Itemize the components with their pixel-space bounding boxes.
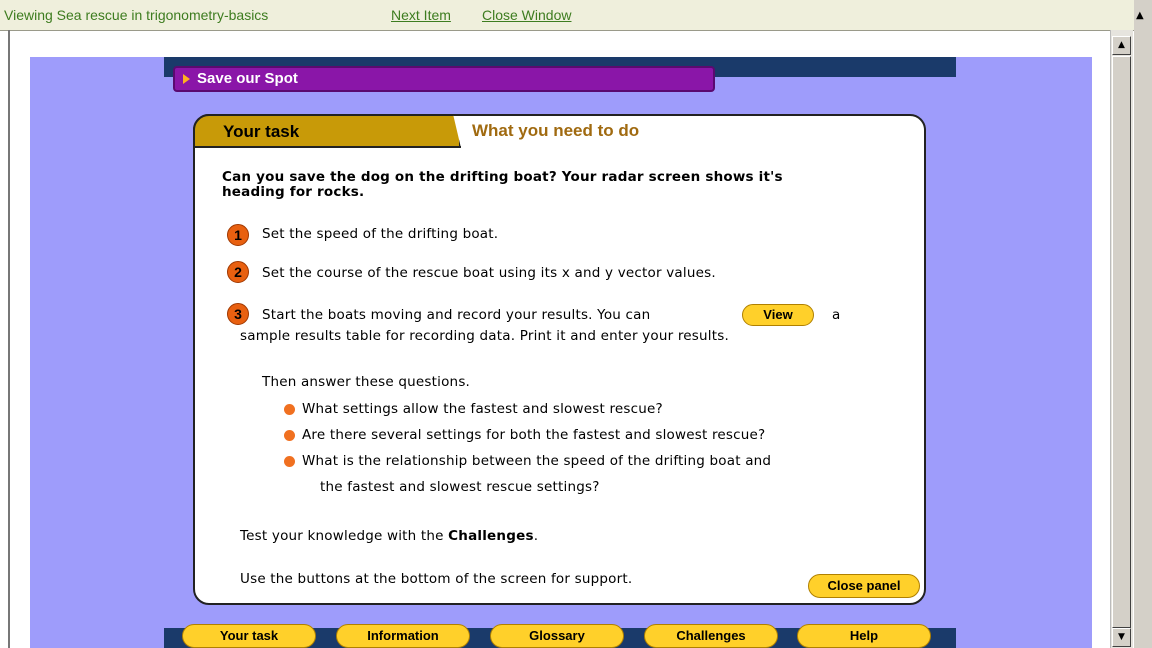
scroll-down-button[interactable]: ▼ [1112, 628, 1131, 647]
challenges-text-after: . [533, 528, 539, 544]
inner-scrollbar[interactable]: ▲ ▼ [1110, 30, 1133, 648]
viewing-label: Viewing Sea rescue in trigonometry-basic… [4, 7, 269, 23]
scroll-up-button[interactable]: ▲ [1112, 36, 1131, 55]
step-2-text: Set the course of the rescue boat using … [262, 265, 716, 281]
triangle-right-icon [183, 74, 190, 84]
step-3-text: Start the boats moving and record your r… [262, 307, 651, 323]
activity-title: Save our Spot [197, 70, 298, 87]
activity-title-bar: Save our Spot [173, 66, 715, 92]
nav-challenges-button[interactable]: Challenges [644, 624, 778, 648]
frame-border [8, 30, 10, 648]
orange-dot-icon [284, 430, 295, 441]
step-number-3: 3 [227, 303, 249, 325]
questions-intro: Then answer these questions. [262, 374, 471, 390]
arrow-down-icon: ▼ [1118, 632, 1125, 642]
challenges-text: Test your knowledge with the Challenges. [240, 528, 538, 544]
question-2: Are there several settings for both the … [302, 427, 766, 443]
next-item-link[interactable]: Next Item [391, 7, 451, 23]
outer-scrollbar[interactable]: ▲ [1134, 0, 1152, 648]
tab-your-task-label: Your task [223, 122, 300, 141]
orange-dot-icon [284, 404, 295, 415]
nav-information-button[interactable]: Information [336, 624, 470, 648]
nav-your-task-button[interactable]: Your task [182, 624, 316, 648]
step-3-text-line2: sample results table for recording data.… [240, 328, 729, 344]
task-intro-line1: Can you save the dog on the drifting boa… [222, 169, 783, 185]
tab-divider [196, 146, 461, 148]
step-number-2: 2 [227, 261, 249, 283]
viewing-bar: Viewing Sea rescue in trigonometry-basic… [0, 0, 1134, 31]
step-1-text: Set the speed of the drifting boat. [262, 226, 499, 242]
arrow-up-icon[interactable]: ▲ [1136, 10, 1144, 21]
question-1: What settings allow the fastest and slow… [302, 401, 663, 417]
close-panel-button[interactable]: Close panel [808, 574, 920, 598]
question-3-line2: the fastest and slowest rescue settings? [320, 479, 600, 495]
arrow-up-icon: ▲ [1118, 40, 1125, 50]
tab-your-task[interactable]: Your task [193, 114, 461, 148]
task-intro-line2: heading for rocks. [222, 184, 365, 200]
challenges-text-bold: Challenges [448, 528, 534, 544]
nav-glossary-button[interactable]: Glossary [490, 624, 624, 648]
step-3-text-after: a [832, 307, 841, 323]
nav-help-button[interactable]: Help [797, 624, 931, 648]
view-sample-table-button[interactable]: View [742, 304, 814, 326]
support-text: Use the buttons at the bottom of the scr… [240, 571, 633, 587]
task-intro: Can you save the dog on the drifting boa… [222, 170, 783, 200]
close-window-link[interactable]: Close Window [482, 7, 571, 23]
scroll-thumb[interactable] [1112, 56, 1131, 628]
orange-dot-icon [284, 456, 295, 467]
tab-what-you-need-to-do[interactable]: What you need to do [472, 121, 639, 141]
question-3: What is the relationship between the spe… [302, 453, 772, 469]
challenges-text-before: Test your knowledge with the [240, 528, 449, 544]
step-number-1: 1 [227, 224, 249, 246]
